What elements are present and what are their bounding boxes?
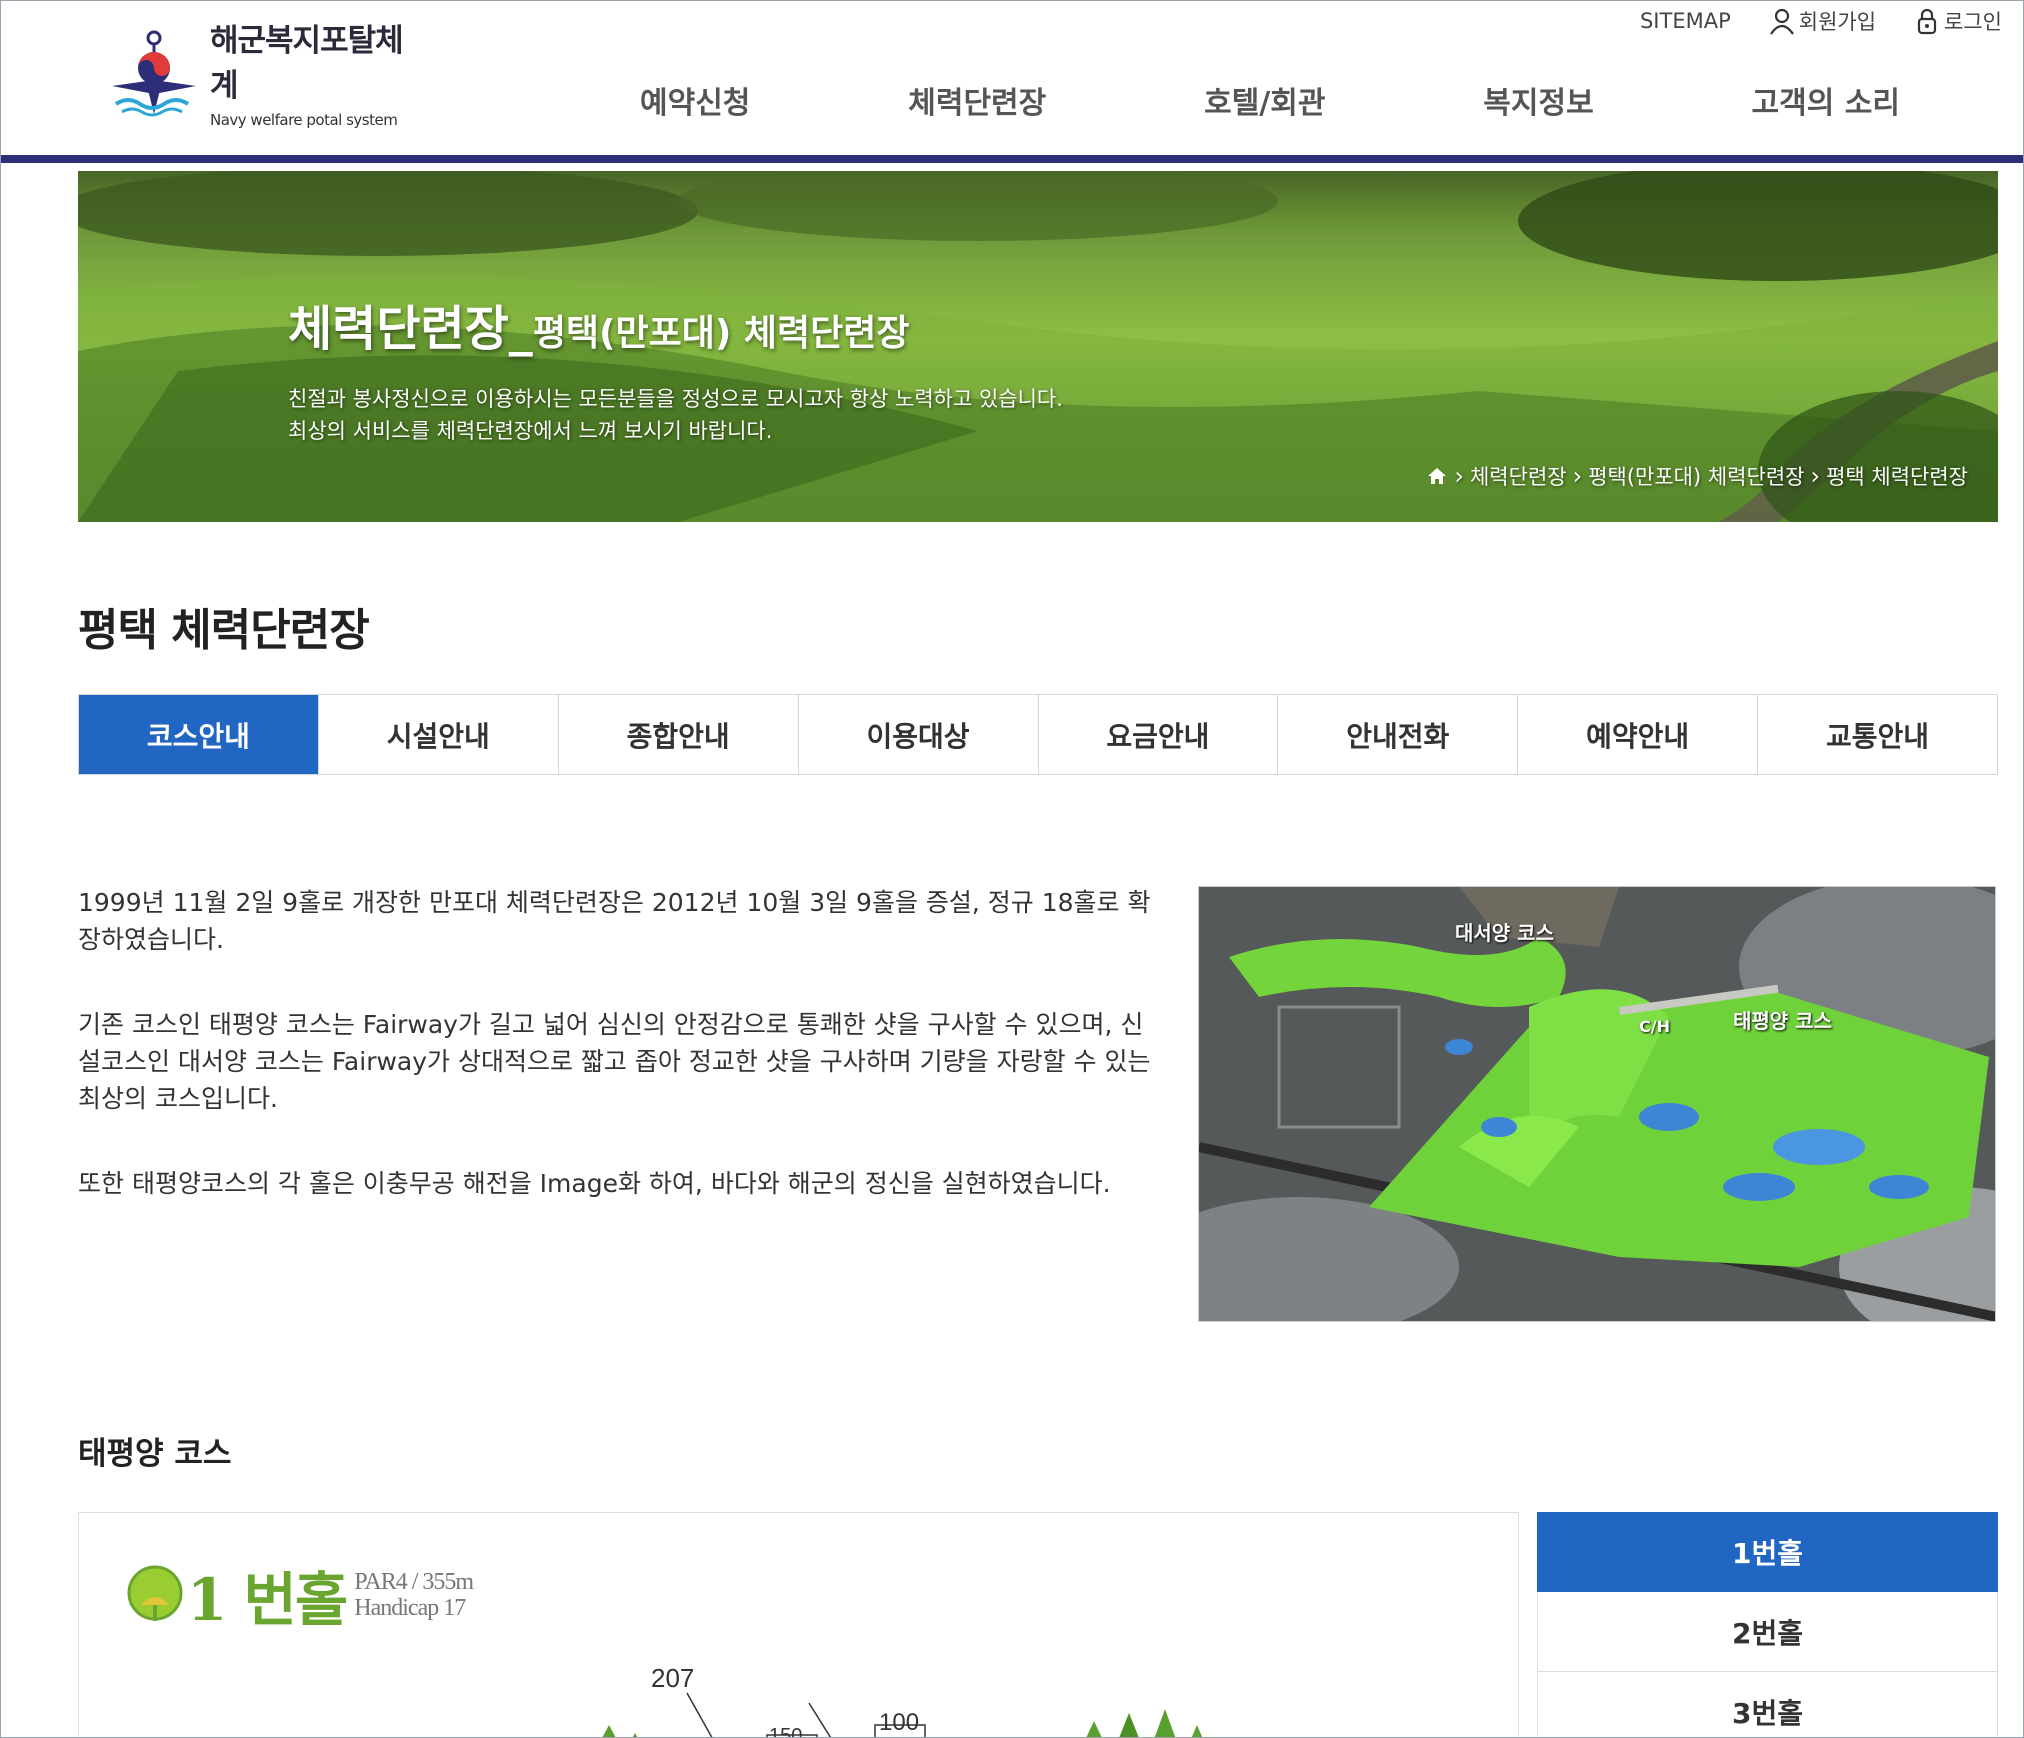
hole-detail-panel: 1 번홀 PAR4 / 355m Handicap 17 207 150 100 [78,1512,1519,1738]
join-link[interactable]: 회원가입 [1769,6,1876,36]
hole-info: PAR4 / 355m Handicap 17 [354,1569,474,1621]
nav-reservation[interactable]: 예약신청 [600,78,790,122]
nav-welfare-info[interactable]: 복지정보 [1443,78,1633,122]
banner-desc-line2: 최상의 서비스를 체력단련장에서 느껴 보시기 바랍니다. [288,419,773,443]
breadcrumb-item[interactable]: 체력단련장 [1470,461,1567,491]
chevron-right-icon: › [1454,462,1464,490]
banner-title-main: 체력단련장_ [288,301,533,357]
hero-banner: 체력단련장_평택(만포대) 체력단련장 친절과 봉사정신으로 이용하시는 모든분… [78,171,1998,522]
tab-facility-info[interactable]: 시설안내 [318,695,559,774]
golf-ball-icon [127,1565,183,1621]
banner-description: 친절과 봉사정신으로 이용하시는 모든분들을 정성으로 모시고자 항상 노력하고… [288,383,1063,447]
course-aerial-map: 대서양 코스 태평양 코스 C/H [1198,886,1996,1322]
map-label-atlantic: 대서양 코스 [1455,921,1554,945]
banner-desc-line1: 친절과 봉사정신으로 이용하시는 모든분들을 정성으로 모시고자 항상 노력하고… [288,387,1063,411]
intro-paragraph: 기존 코스인 태평양 코스는 Fairway가 길고 넓어 심신의 안정감으로 … [78,1010,1151,1113]
distance-marker-150: 150 [769,1725,803,1738]
intro-paragraph: 또한 태평양코스의 각 홀은 이충무공 해전을 Image화 하여, 바다와 해… [78,1169,1111,1198]
nav-customer-voice[interactable]: 고객의 소리 [1712,78,1940,122]
login-label: 로그인 [1944,10,2002,34]
map-label-pacific: 태평양 코스 [1733,1009,1832,1033]
hole-name: 1 번홀 [187,1566,348,1634]
tab-transport[interactable]: 교통안내 [1758,695,1997,774]
distance-marker-207: 207 [651,1663,695,1693]
nav-golf[interactable]: 체력단련장 [868,78,1086,122]
hole-par: PAR4 / 355m [354,1569,474,1595]
course-aerial-image [1199,887,1995,1321]
main-nav: 예약신청 체력단련장 호텔/회관 복지정보 고객의 소리 [600,78,2000,122]
map-label-clubhouse: C/H [1639,1017,1670,1036]
logo-title: 해군복지포탈체계 [210,23,404,104]
tab-phone[interactable]: 안내전화 [1278,695,1519,774]
navy-anchor-logo-icon [112,30,196,117]
tab-reservation-info[interactable]: 예약안내 [1518,695,1759,774]
banner-title-sub: 평택(만포대) 체력단련장 [532,313,910,354]
hole-header: 1 번홀 PAR4 / 355m Handicap 17 [125,1553,474,1637]
content-tabs: 코스안내 시설안내 종합안내 이용대상 요금안내 안내전화 예약안내 교통안내 [78,694,1998,775]
chevron-right-icon: › [1572,462,1583,490]
breadcrumb-item[interactable]: 평택 체력단련장 [1826,461,1968,491]
chevron-right-icon: › [1810,462,1821,490]
lock-icon [1917,8,1937,35]
site-header: 해군복지포탈체계 Navy welfare potal system SITEM… [0,0,2024,163]
login-link[interactable]: 로그인 [1914,6,2002,36]
hole-button-2[interactable]: 2번홀 [1537,1592,1998,1672]
tab-fees[interactable]: 요금안내 [1038,695,1279,774]
hole-handicap: Handicap 17 [354,1595,466,1621]
section-heading-pacific-course: 태평양 코스 [78,1436,232,1472]
banner-title: 체력단련장_평택(만포대) 체력단련장 [288,289,909,359]
tab-eligibility[interactable]: 이용대상 [798,695,1039,774]
utility-nav: SITEMAP 회원가입 로그인 [1640,6,2002,36]
tab-general-info[interactable]: 종합안내 [558,695,799,774]
nav-hotel[interactable]: 호텔/회관 [1164,78,1365,122]
sitemap-link[interactable]: SITEMAP [1640,9,1731,33]
site-logo[interactable]: 해군복지포탈체계 Navy welfare potal system [108,23,428,129]
breadcrumb-item[interactable]: 평택(만포대) 체력단련장 [1588,461,1804,491]
hole-button-3[interactable]: 3번홀 [1537,1672,1998,1738]
user-icon [1769,8,1794,35]
page-title: 평택 체력단련장 [78,605,370,656]
logo-subtitle: Navy welfare potal system [210,111,398,129]
hole-button-1[interactable]: 1번홀 [1537,1512,1998,1592]
course-intro: 1999년 11월 2일 9홀로 개장한 만포대 체력단련장은 2012년 10… [78,884,1158,1250]
intro-paragraph: 1999년 11월 2일 9홀로 개장한 만포대 체력단련장은 2012년 10… [78,888,1151,954]
sitemap-label: SITEMAP [1639,9,1731,33]
tab-course-info[interactable]: 코스안내 [79,695,319,774]
hole-selector-list: 1번홀 2번홀 3번홀 [1537,1512,1998,1738]
home-icon[interactable] [1426,466,1448,486]
breadcrumb: › 체력단련장 › 평택(만포대) 체력단련장 › 평택 체력단련장 [1426,461,1968,491]
join-label: 회원가입 [1798,10,1877,34]
distance-marker-100: 100 [879,1709,920,1736]
